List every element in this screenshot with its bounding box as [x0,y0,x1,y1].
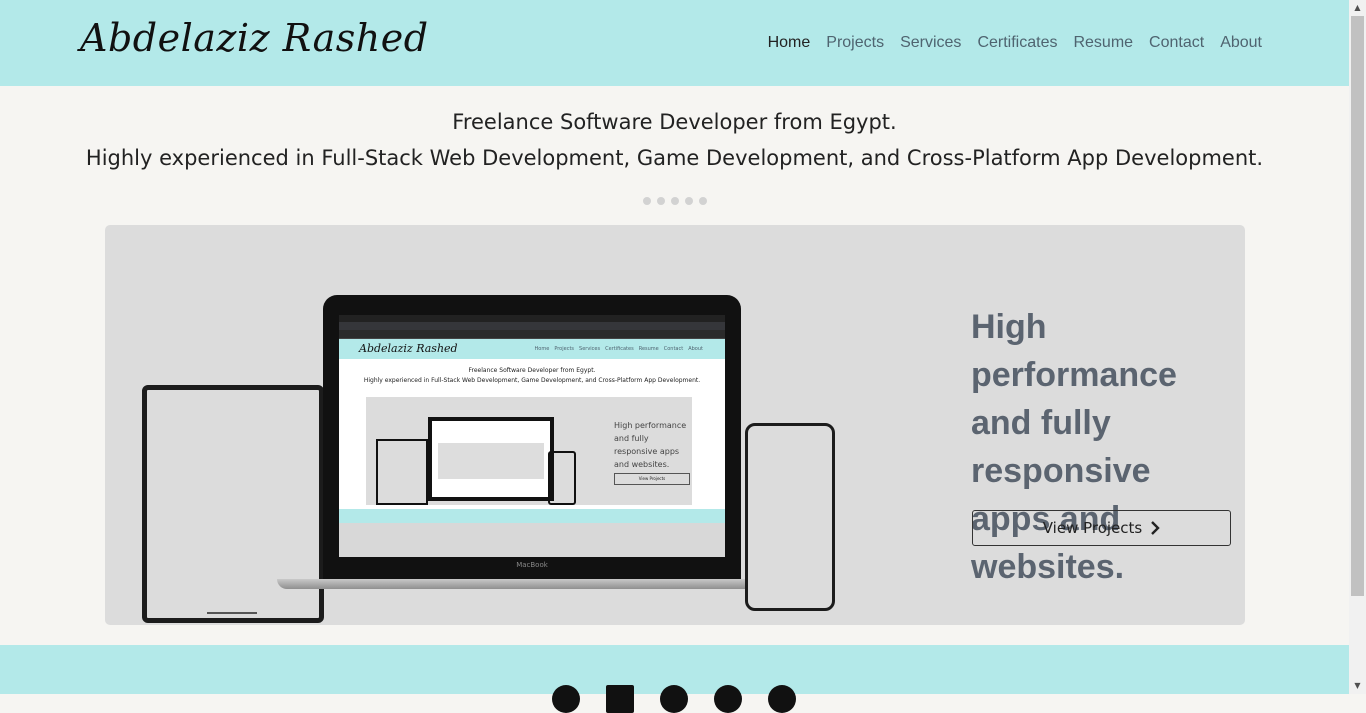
carousel-indicators [0,197,1349,205]
laptop-base [277,579,789,589]
footer [0,645,1349,713]
nav-about[interactable]: About [1220,34,1262,52]
nav-links: Home Projects Services Certificates Resu… [768,34,1262,52]
view-projects-label: View Projects [1042,519,1143,537]
whatsapp-icon[interactable] [552,685,580,713]
view-projects-button[interactable]: View Projects [972,510,1231,546]
mockup-phone [548,451,576,505]
mockup-tablet [376,439,428,505]
mockup-nav-links: Home Projects Services Certificates Resu… [535,346,703,352]
intro-line-2: Highly experienced in Full-Stack Web Dev… [85,146,1264,170]
mockup-brand: Abdelaziz Rashed [359,342,458,355]
github-icon[interactable] [768,685,796,713]
slide-headline: High performance and fully responsive ap… [971,308,1177,586]
nav-resume[interactable]: Resume [1073,34,1133,52]
scrollbar-thumb[interactable] [1351,16,1364,596]
intro-line-1: Freelance Software Developer from Egypt. [452,110,897,134]
nav-contact[interactable]: Contact [1149,34,1204,52]
carousel-indicator-4[interactable] [684,197,693,205]
mockup-laptop [428,417,554,501]
nav-home[interactable]: Home [768,34,811,52]
browser-menubar [339,315,725,322]
carousel-slide: Abdelaziz Rashed Home Projects Services … [105,225,1245,625]
scroll-down-arrow-icon[interactable]: ▼ [1349,678,1366,694]
carousel-indicator-3[interactable] [670,197,679,205]
mockup-nav-item: About [688,346,703,352]
carousel-indicator-1[interactable] [642,197,651,205]
browser-urlbar [339,330,725,339]
mockup-headline: High performance and fully responsive ap… [614,421,687,469]
mockup-footer [339,509,725,523]
tablet-home-bar [207,612,257,614]
mockup-nav-item: Services [579,346,601,352]
mockup-slide: High performance and fully responsive ap… [366,397,692,505]
laptop-label: MacBook [516,561,548,569]
social-links [552,685,796,713]
brand-logo[interactable]: Abdelaziz Rashed [80,16,429,60]
mockup-laptop-screen [438,443,544,479]
laptop-screen: Abdelaziz Rashed Home Projects Services … [339,315,725,557]
mockup-navbar: Abdelaziz Rashed Home Projects Services … [339,339,725,359]
mockup-button: View Projects [614,473,690,485]
laptop-mockup: Abdelaziz Rashed Home Projects Services … [323,295,741,581]
scrollbar[interactable]: ▲ ▼ [1349,0,1366,694]
mockup-intro-1: Freelance Software Developer from Egypt. [468,367,596,374]
mockup-nav-item: Home [534,346,550,352]
carousel-indicator-5[interactable] [698,197,707,205]
mockup-intro-2: Highly experienced in Full-Stack Web Dev… [363,377,701,384]
navbar: Abdelaziz Rashed Home Projects Services … [0,0,1349,86]
messenger-icon[interactable] [714,685,742,713]
facebook-icon[interactable] [660,685,688,713]
mockup-nav-item: Contact [663,346,684,352]
nav-projects[interactable]: Projects [826,34,884,52]
chevron-right-icon [1151,521,1160,535]
scroll-up-arrow-icon[interactable]: ▲ [1349,0,1366,16]
mockup-nav-item: Certificates [605,346,634,352]
nav-certificates[interactable]: Certificates [977,34,1057,52]
mockup-lower [339,523,725,557]
mockup-nav-item: Projects [554,346,575,352]
browser-tabbar [339,322,725,330]
linkedin-icon[interactable] [606,685,634,713]
mockup-nav-item: Resume [638,346,659,352]
carousel-indicator-2[interactable] [656,197,665,205]
phone-mockup [745,423,835,611]
nav-services[interactable]: Services [900,34,961,52]
